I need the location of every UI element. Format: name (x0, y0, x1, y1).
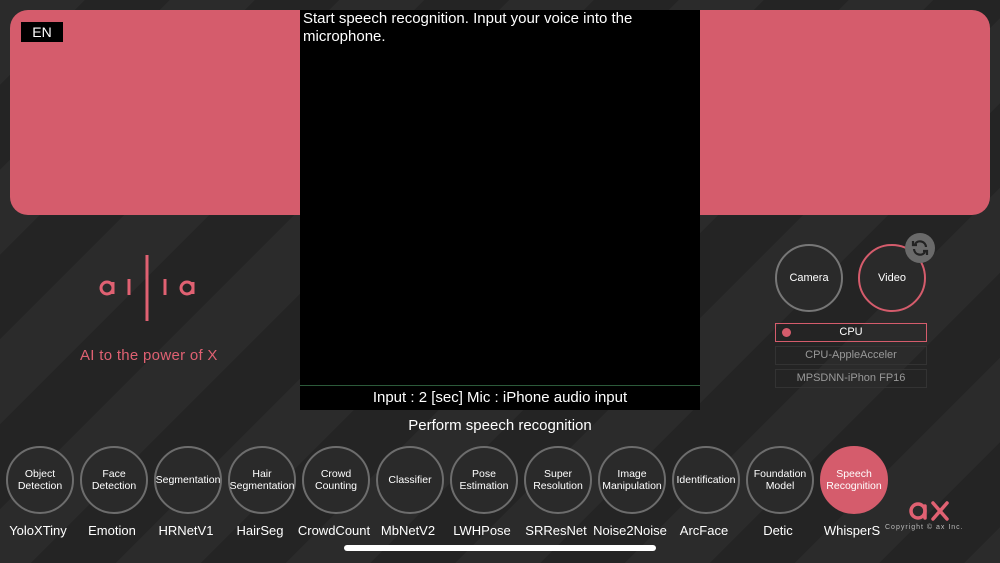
model-mbnetv2[interactable]: MbNetV2 (371, 523, 445, 538)
category-classifier[interactable]: Classifier (376, 446, 444, 514)
accelerator-label: CPU (839, 326, 863, 338)
model-detic[interactable]: Detic (741, 523, 815, 538)
category-segmentation[interactable]: Segmentation (154, 446, 222, 514)
model-whispers[interactable]: WhisperS (815, 523, 889, 538)
ailia-logo (99, 255, 195, 321)
category-pose-estimation[interactable]: Pose Estimation (450, 446, 518, 514)
accelerator-label: MPSDNN-iPhon FP16 (796, 372, 906, 384)
model-arcface[interactable]: ArcFace (667, 523, 741, 538)
category-object-detection[interactable]: Object Detection (6, 446, 74, 514)
category-super-resolution[interactable]: Super Resolution (524, 446, 592, 514)
model-emotion[interactable]: Emotion (75, 523, 149, 538)
accelerator-cpu[interactable]: CPU (775, 323, 927, 342)
accelerator-label: CPU-AppleAcceler (805, 349, 897, 361)
model-hairseg[interactable]: HairSeg (223, 523, 297, 538)
model-noise2noise[interactable]: Noise2Noise (593, 523, 667, 538)
model-hrnetv1[interactable]: HRNetV1 (149, 523, 223, 538)
refresh-icon[interactable] (905, 233, 935, 263)
category-foundation-model[interactable]: Foundation Model (746, 446, 814, 514)
category-crowd-counting[interactable]: Crowd Counting (302, 446, 370, 514)
accelerator-cpu-apple[interactable]: CPU-AppleAcceler (775, 346, 927, 365)
home-indicator[interactable] (344, 545, 656, 551)
tagline: AI to the power of X (80, 347, 218, 364)
language-toggle[interactable]: EN (21, 22, 63, 42)
input-info-text: Input : 2 [sec] Mic : iPhone audio input (372, 389, 628, 406)
category-speech-recognition[interactable]: Speech Recognition (820, 446, 888, 514)
category-identification[interactable]: Identification (672, 446, 740, 514)
copyright: Copyright © ax Inc. (885, 524, 964, 531)
model-yoloxtiny[interactable]: YoloXTiny (1, 523, 75, 538)
accelerator-mpsdnn[interactable]: MPSDNN-iPhon FP16 (775, 369, 927, 388)
instruction-text: Start speech recognition. Input your voi… (303, 10, 633, 45)
audio-waveform-line (300, 385, 700, 386)
category-image-manipulation[interactable]: Image Manipulation (598, 446, 666, 514)
camera-button[interactable]: Camera (775, 244, 843, 312)
model-lwhpose[interactable]: LWHPose (445, 523, 519, 538)
category-hair-segmentation[interactable]: Hair Segmentation (228, 446, 296, 514)
ax-logo (909, 501, 949, 521)
model-crowdcount[interactable]: CrowdCount (297, 523, 371, 538)
right-banner (690, 10, 990, 215)
selected-dot-icon (782, 328, 791, 337)
category-face-detection[interactable]: Face Detection (80, 446, 148, 514)
task-caption: Perform speech recognition (408, 417, 592, 434)
video-preview: Start speech recognition. Input your voi… (300, 10, 700, 410)
model-srresnet[interactable]: SRResNet (519, 523, 593, 538)
